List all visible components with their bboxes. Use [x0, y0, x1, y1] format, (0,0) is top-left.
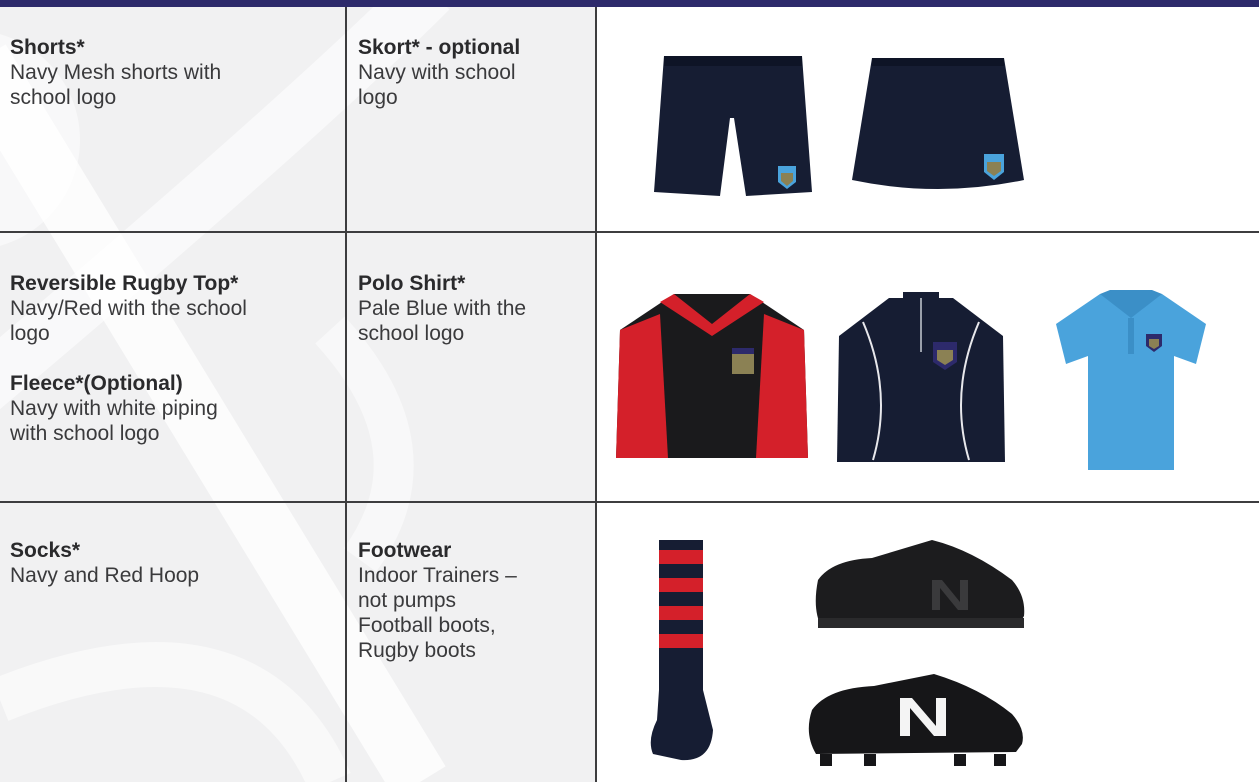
- item-description: Navy/Red with the school: [10, 297, 247, 320]
- column-divider: [345, 7, 347, 782]
- item-heading: Footwear: [358, 539, 452, 562]
- rugby-top-image: [616, 294, 808, 458]
- item-description: not pumps: [358, 589, 457, 612]
- item-description: Navy Mesh shorts with: [10, 61, 222, 84]
- trainers-image: [815, 540, 1025, 628]
- polo-shirt-image: [1056, 290, 1206, 470]
- fleece-image: [837, 292, 1005, 462]
- item-heading: Fleece*(Optional): [10, 372, 183, 395]
- item-polo-shirt: Polo Shirt* Pale Blue with the school lo…: [358, 271, 593, 346]
- skort-image: [852, 58, 1024, 189]
- item-description: logo: [358, 86, 398, 109]
- item-rugby-top: Reversible Rugby Top* Navy/Red with the …: [10, 271, 340, 446]
- row-divider: [0, 231, 1259, 233]
- item-heading: Skort* - optional: [358, 36, 521, 59]
- item-description: Navy with white piping: [10, 397, 218, 420]
- item-skort: Skort* - optional Navy with school logo: [358, 35, 593, 110]
- item-description: Navy and Red Hoop: [10, 564, 200, 587]
- item-description: with school logo: [10, 422, 160, 445]
- column-divider: [595, 7, 597, 782]
- item-description: school logo: [10, 86, 117, 109]
- item-heading: Polo Shirt*: [358, 272, 466, 295]
- item-description: Pale Blue with the: [358, 297, 527, 320]
- football-boots-image: [808, 674, 1023, 766]
- header-bar: [0, 0, 1259, 7]
- item-description: Indoor Trainers –: [358, 564, 517, 587]
- item-footwear: Footwear Indoor Trainers – not pumps Foo…: [358, 538, 593, 663]
- item-heading: Socks*: [10, 539, 81, 562]
- item-description: logo: [10, 322, 50, 345]
- item-description: Rugby boots: [358, 639, 476, 662]
- item-shorts: Shorts* Navy Mesh shorts with school log…: [10, 35, 340, 110]
- shorts-image: [654, 56, 812, 196]
- item-description: Navy with school: [358, 61, 516, 84]
- item-heading: Reversible Rugby Top*: [10, 272, 239, 295]
- item-socks: Socks* Navy and Red Hoop: [10, 538, 340, 588]
- row-divider: [0, 501, 1259, 503]
- socks-image: [650, 540, 713, 761]
- item-description: school logo: [358, 322, 465, 345]
- item-heading: Shorts*: [10, 36, 85, 59]
- item-description: Football boots,: [358, 614, 496, 637]
